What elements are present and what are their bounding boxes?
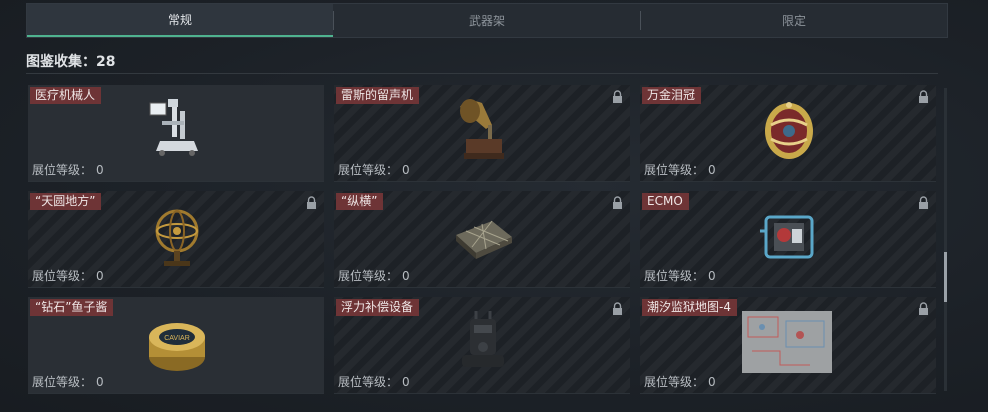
medical-robot-icon xyxy=(149,99,198,156)
booth-level: 展位等级： 0 xyxy=(338,267,410,284)
collection-card[interactable]: 潮汐监狱地图-4 展位等级： 0 xyxy=(640,297,936,394)
buoyancy-device-icon xyxy=(462,311,504,367)
lock-icon xyxy=(613,196,622,209)
booth-level: 展位等级： 0 xyxy=(338,161,410,178)
gramophone-icon xyxy=(460,99,504,159)
collection-card[interactable]: 雷斯的留声机 展位等级： 0 xyxy=(334,85,630,182)
booth-level: 展位等级： 0 xyxy=(644,161,716,178)
booth-level: 展位等级： 0 xyxy=(644,267,716,284)
item-name: ECMO xyxy=(642,193,689,210)
item-name: “纵横” xyxy=(336,193,384,210)
booth-level-label: 展位等级： xyxy=(338,163,399,177)
lock-icon xyxy=(919,90,928,103)
booth-level-value: 0 xyxy=(708,163,716,177)
collection-card[interactable]: 医疗机械人 展位等级： 0 xyxy=(28,85,324,182)
booth-level-label: 展位等级： xyxy=(338,375,399,389)
booth-level-value: 0 xyxy=(402,375,410,389)
ecmo-machine-icon xyxy=(760,215,814,259)
lock-icon xyxy=(613,90,622,103)
item-name: 万金泪冠 xyxy=(642,87,702,104)
caviar-tin-label: CAVIAR xyxy=(164,335,190,342)
item-name: “天圆地方” xyxy=(30,193,102,210)
booth-level-label: 展位等级： xyxy=(32,163,93,177)
booth-level-value: 0 xyxy=(708,375,716,389)
collection-label: 图鉴收集： xyxy=(26,54,96,70)
collection-count: 28 xyxy=(96,54,116,70)
collection-card[interactable]: “纵横” 展位等级： 0 xyxy=(334,191,630,288)
item-name: 浮力补偿设备 xyxy=(336,299,420,316)
divider xyxy=(26,73,938,74)
jeweled-egg-icon xyxy=(765,102,813,159)
booth-level-value: 0 xyxy=(96,163,104,177)
item-name: 医疗机械人 xyxy=(30,87,102,104)
booth-level: 展位等级： 0 xyxy=(338,373,410,390)
armillary-sphere-icon xyxy=(155,209,199,266)
booth-level: 展位等级： 0 xyxy=(644,373,716,390)
item-name: 雷斯的留声机 xyxy=(336,87,420,104)
collection-card[interactable]: ECMO 展位等级： 0 xyxy=(640,191,936,288)
booth-level: 展位等级： 0 xyxy=(32,373,104,390)
lock-icon xyxy=(919,302,928,315)
tab-limited[interactable]: 限定 xyxy=(641,4,947,37)
booth-level: 展位等级： 0 xyxy=(32,267,104,284)
booth-level-value: 0 xyxy=(402,163,410,177)
caviar-tin-icon: CAVIAR xyxy=(149,323,205,371)
booth-level-label: 展位等级： xyxy=(644,163,705,177)
booth-level-label: 展位等级： xyxy=(32,269,93,283)
booth-level-value: 0 xyxy=(96,269,104,283)
collection-grid: 医疗机械人 展位等级： 0 雷斯的留声机 展位等级： 0 万金泪冠 展位等级： … xyxy=(28,85,936,394)
lock-icon xyxy=(919,196,928,209)
booth-level-value: 0 xyxy=(708,269,716,283)
collection-card[interactable]: 浮力补偿设备 展位等级： 0 xyxy=(334,297,630,394)
scrollbar-track[interactable] xyxy=(944,88,947,391)
collection-card[interactable]: “天圆地方” 展位等级： 0 xyxy=(28,191,324,288)
prison-map-icon xyxy=(742,311,832,373)
booth-level-value: 0 xyxy=(402,269,410,283)
scrollbar-thumb[interactable] xyxy=(944,252,947,302)
item-name: “钻石”鱼子酱 xyxy=(30,299,114,316)
booth-level: 展位等级： 0 xyxy=(32,161,104,178)
booth-level-label: 展位等级： xyxy=(338,269,399,283)
lock-icon xyxy=(307,196,316,209)
booth-level-label: 展位等级： xyxy=(32,375,93,389)
lock-icon xyxy=(613,302,622,315)
booth-level-value: 0 xyxy=(96,375,104,389)
booth-level-label: 展位等级： xyxy=(644,375,705,389)
item-name: 潮汐监狱地图-4 xyxy=(642,299,737,316)
collection-counter: 图鉴收集：28 xyxy=(26,51,115,71)
tab-weapon-rack[interactable]: 武器架 xyxy=(334,4,640,37)
collection-card[interactable]: 万金泪冠 展位等级： 0 xyxy=(640,85,936,182)
booth-level-label: 展位等级： xyxy=(644,269,705,283)
collection-card[interactable]: “钻石”鱼子酱 CAVIAR 展位等级： 0 xyxy=(28,297,324,394)
chessboard-icon xyxy=(456,220,512,259)
tab-general[interactable]: 常规 xyxy=(27,4,333,37)
category-tabs: 常规 武器架 限定 xyxy=(26,3,948,38)
